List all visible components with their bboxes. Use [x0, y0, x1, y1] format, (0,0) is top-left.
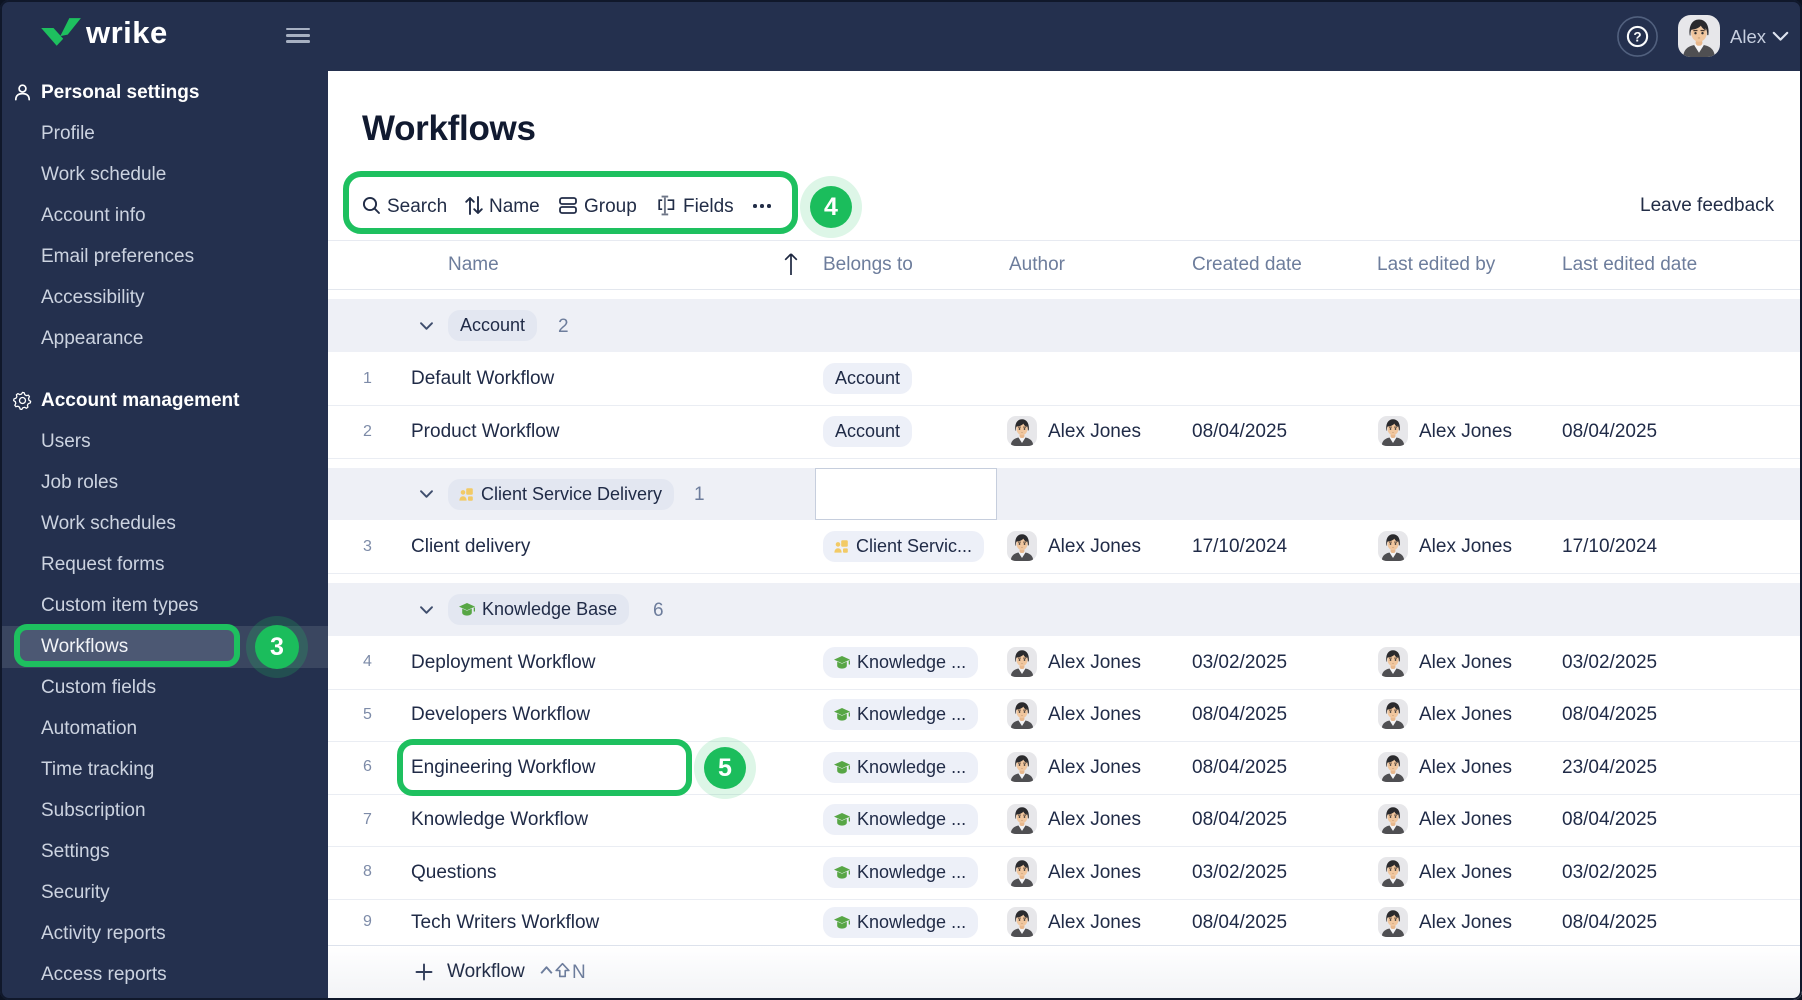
svg-text:?: ?: [1633, 29, 1641, 44]
